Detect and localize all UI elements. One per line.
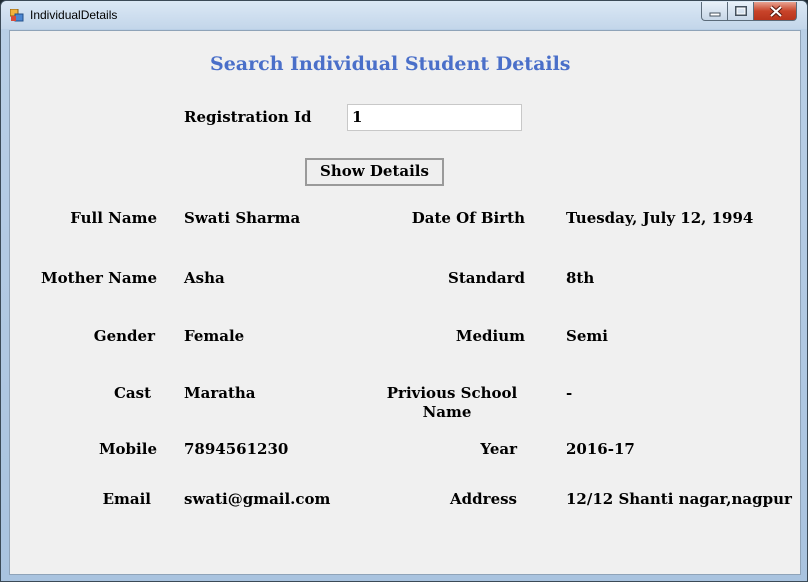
mother-name-value: Asha <box>184 269 225 287</box>
dob-label: Date Of Birth <box>411 209 525 227</box>
email-label: Email <box>102 490 151 508</box>
page-title: Search Individual Student Details <box>210 53 571 75</box>
window-title: IndividualDetails <box>30 8 118 22</box>
email-value: swati@gmail.com <box>184 490 331 508</box>
full-name-label: Full Name <box>70 209 157 227</box>
medium-label: Medium <box>455 327 525 345</box>
previous-school-label-line2: Name <box>422 403 472 421</box>
minimize-icon <box>709 12 721 17</box>
registration-id-label: Registration Id <box>184 108 312 126</box>
medium-value: Semi <box>566 327 608 345</box>
form-client-area: Search Individual Student Details Regist… <box>9 30 801 575</box>
previous-school-label-line1: Privious School <box>386 384 518 402</box>
app-window: IndividualDetails Search Individual Stud… <box>0 0 808 582</box>
full-name-value: Swati Sharma <box>184 209 301 227</box>
address-value: 12/12 Shanti nagar,nagpur <box>566 490 792 508</box>
close-button[interactable] <box>753 2 797 21</box>
cast-value: Maratha <box>184 384 256 402</box>
mobile-label: Mobile <box>98 440 157 458</box>
app-icon <box>9 8 24 22</box>
year-value: 2016-17 <box>566 440 635 458</box>
gender-label: Gender <box>93 327 155 345</box>
gender-value: Female <box>184 327 245 345</box>
address-label: Address <box>450 490 517 508</box>
close-icon <box>769 5 783 18</box>
maximize-button[interactable] <box>727 2 754 21</box>
cast-label: Cast <box>113 384 151 402</box>
minimize-button[interactable] <box>701 2 728 21</box>
mobile-value: 7894561230 <box>184 440 289 458</box>
mother-name-label: Mother Name <box>41 269 157 287</box>
title-bar[interactable]: IndividualDetails <box>1 1 807 29</box>
year-label: Year <box>480 440 517 458</box>
registration-id-input[interactable]: 1 <box>347 104 522 131</box>
previous-school-value: - <box>566 384 573 402</box>
standard-value: 8th <box>566 269 595 287</box>
dob-value: Tuesday, July 12, 1994 <box>566 209 754 227</box>
standard-label: Standard <box>448 269 525 287</box>
maximize-icon <box>735 6 747 16</box>
show-details-button[interactable]: Show Details <box>305 158 444 186</box>
